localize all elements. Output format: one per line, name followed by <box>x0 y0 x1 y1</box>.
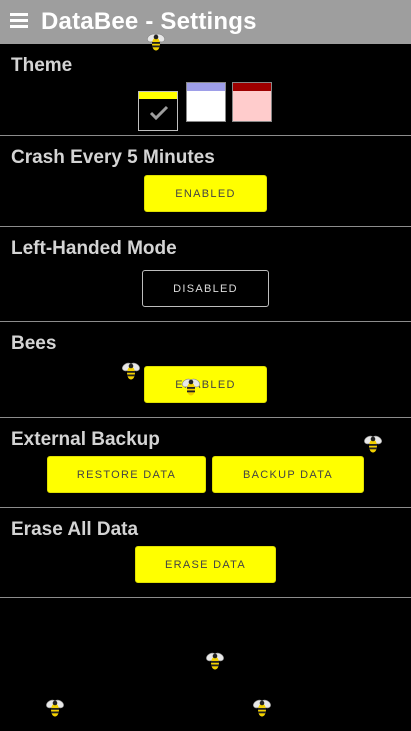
bee-icon <box>182 378 200 396</box>
section-crash: Crash Every 5 Minutes ENABLED <box>0 136 411 227</box>
hamburger-menu-icon[interactable] <box>10 13 28 29</box>
section-title-crash: Crash Every 5 Minutes <box>11 147 215 168</box>
theme-swatch-yellow[interactable] <box>138 91 178 131</box>
section-title-erase: Erase All Data <box>11 519 139 540</box>
app-bar: DataBee - Settings <box>0 0 411 44</box>
bee-icon <box>122 362 140 380</box>
section-title-bees: Bees <box>11 333 57 354</box>
theme-swatch-accent-bar <box>233 83 271 91</box>
left-handed-toggle-button[interactable]: DISABLED <box>142 270 269 307</box>
bee-icon <box>364 435 382 453</box>
section-erase: Erase All Data ERASE DATA <box>0 508 411 598</box>
bee-icon <box>46 699 64 717</box>
theme-swatch-blue[interactable] <box>186 82 226 122</box>
theme-swatch-red[interactable] <box>232 82 272 122</box>
bees-toggle-button[interactable]: ENABLED <box>144 366 267 403</box>
checkmark-icon <box>149 105 169 121</box>
theme-swatch-accent-bar <box>139 92 177 99</box>
bee-icon <box>253 699 271 717</box>
theme-swatch-accent-bar <box>187 83 225 91</box>
section-title-external-backup: External Backup <box>11 429 160 450</box>
section-external-backup: External Backup RESTORE DATA BACKUP DATA <box>0 418 411 508</box>
crash-toggle-button[interactable]: ENABLED <box>144 175 267 212</box>
section-bees: Bees ENABLED <box>0 322 411 418</box>
section-title-theme: Theme <box>11 55 73 76</box>
restore-data-button[interactable]: RESTORE DATA <box>47 456 206 493</box>
section-left-handed: Left-Handed Mode DISABLED <box>0 227 411 322</box>
backup-data-button[interactable]: BACKUP DATA <box>212 456 364 493</box>
bee-icon <box>147 33 165 51</box>
bee-icon <box>206 652 224 670</box>
erase-data-button[interactable]: ERASE DATA <box>135 546 276 583</box>
section-title-left-handed: Left-Handed Mode <box>11 238 177 259</box>
